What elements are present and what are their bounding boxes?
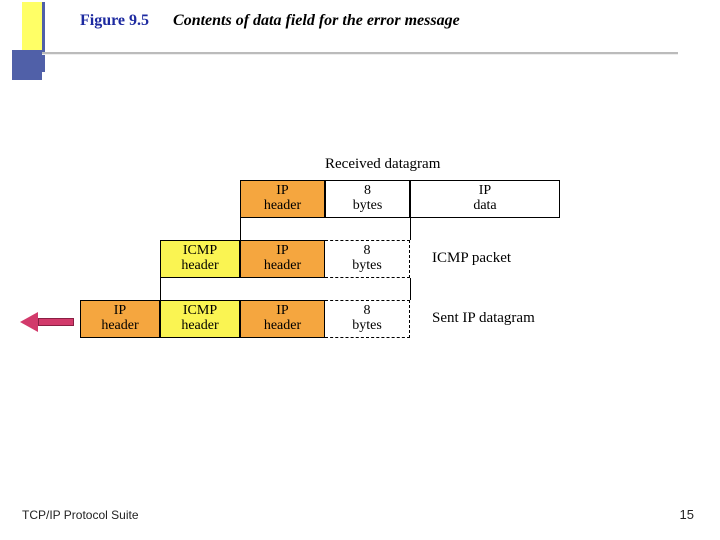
connector — [240, 218, 241, 240]
cell-icmp-header: ICMP header — [160, 240, 240, 278]
label-received-datagram: Received datagram — [325, 156, 440, 173]
cell-ip-header: IP header — [240, 240, 325, 278]
footer-text: TCP/IP Protocol Suite — [22, 508, 139, 522]
cell-8-bytes: 8 bytes — [325, 180, 410, 218]
slide: Figure 9.5 Contents of data field for th… — [0, 0, 720, 540]
cell-ip-header: IP header — [240, 180, 325, 218]
divider-shadow — [42, 54, 678, 55]
cell-ip-data: IP data — [410, 180, 560, 218]
diagram: Received datagram IP header 8 bytes IP d… — [80, 180, 560, 340]
cell-8-bytes: 8 bytes — [325, 240, 410, 278]
row-sent-datagram: IP header ICMP header IP header 8 bytes … — [80, 300, 500, 340]
cell-8-bytes: 8 bytes — [325, 300, 410, 338]
row-received: IP header 8 bytes IP data — [240, 180, 560, 220]
figure-caption: Contents of data field for the error mes… — [173, 12, 460, 29]
cell-icmp-header: ICMP header — [160, 300, 240, 338]
connector — [410, 218, 411, 240]
connector — [160, 278, 161, 300]
label-icmp-packet: ICMP packet — [432, 250, 511, 267]
connector — [410, 278, 411, 300]
row-icmp-packet: ICMP header IP header 8 bytes ICMP packe… — [160, 240, 500, 280]
figure-number: Figure 9.5 — [80, 12, 149, 29]
page-number: 15 — [680, 507, 694, 522]
slide-title: Figure 9.5 Contents of data field for th… — [80, 12, 460, 30]
decor-square — [12, 50, 42, 80]
label-sent-datagram: Sent IP datagram — [432, 310, 535, 327]
cell-ip-header: IP header — [240, 300, 325, 338]
cell-ip-header: IP header — [80, 300, 160, 338]
